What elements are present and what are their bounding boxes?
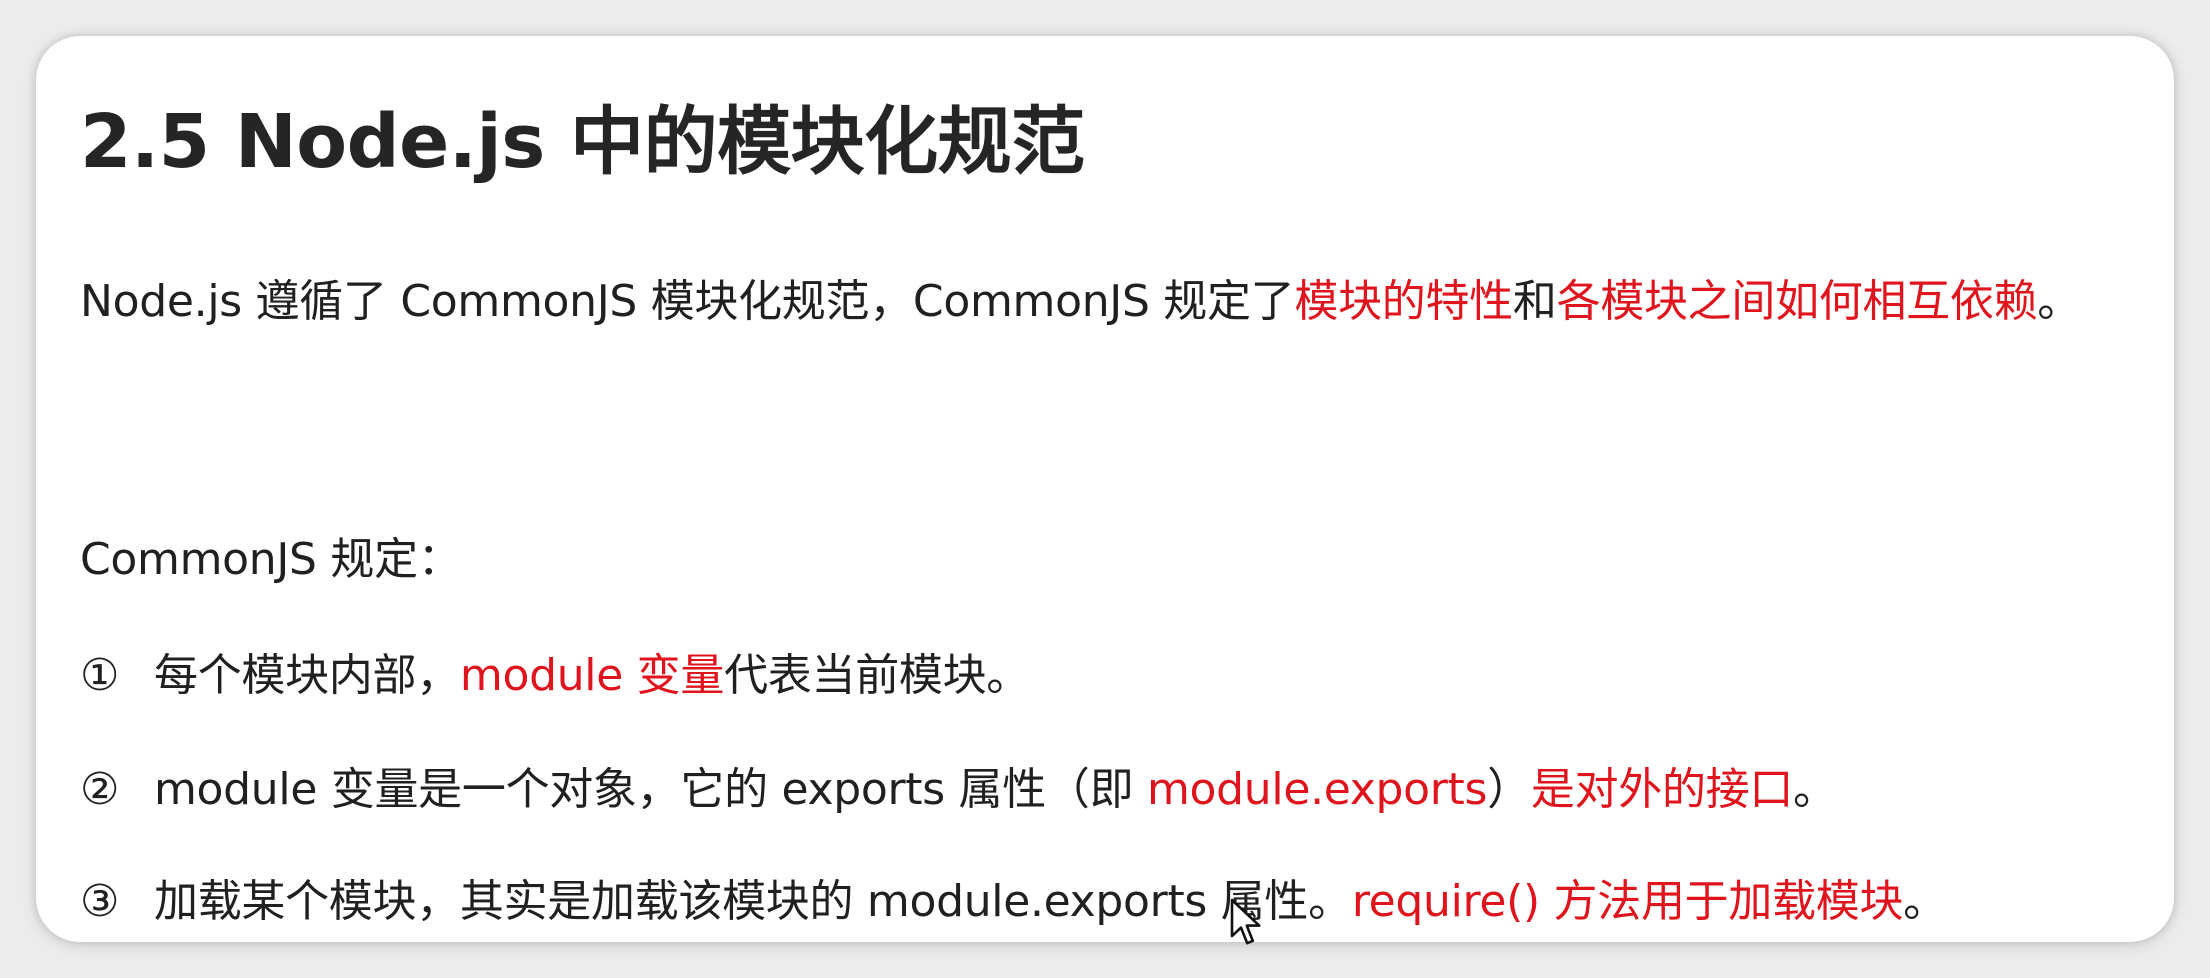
rule-1-text-2: 代表当前模块。 [724,650,1030,701]
rule-2-text-2: ） [1487,764,1531,815]
rule-2-highlight-1: module.exports [1147,764,1488,815]
rule-1-highlight: module 变量 [459,650,725,701]
rule-number-1: ① [80,650,120,701]
intro-text-2: 和 [1512,276,1557,327]
slide-window: 2.5 Node.js 中的模块化规范 Node.js 遵循了 CommonJS… [36,36,2174,942]
rule-2-text-3: 。 [1793,764,1837,815]
intro-highlight-2: 各模块之间如何相互依赖 [1556,276,2038,327]
page-title: 2.5 Node.js 中的模块化规范 [80,99,1085,185]
rule-item-2: ② module 变量是一个对象，它的 exports 属性（即 module.e… [80,760,1837,820]
intro-text-3: 。 [2037,276,2081,327]
rule-3-text-1: 加载某个模块，其实是加载该模块的 module.exports 属性。 [154,876,1352,927]
rule-2-highlight-2: 是对外的接口 [1530,764,1794,815]
rule-number-3: ③ [80,876,120,927]
mouse-pointer-icon [1230,898,1261,945]
rule-2-text-1: module 变量是一个对象，它的 exports 属性（即 [154,764,1147,815]
slide-content: 2.5 Node.js 中的模块化规范 Node.js 遵循了 CommonJS… [80,36,2114,942]
rule-3-text-2: 。 [1903,876,1947,927]
rule-item-3: ③ 加载某个模块，其实是加载该模块的 module.exports 属性。requ… [80,872,1947,932]
rule-number-2: ② [80,764,120,815]
rule-item-1: ① 每个模块内部，module 变量代表当前模块。 [80,646,1030,706]
intro-highlight-1: 模块的特性 [1294,276,1513,327]
rule-1-text-1: 每个模块内部， [154,650,460,701]
rules-heading: CommonJS 规定： [80,534,462,585]
intro-paragraph: Node.js 遵循了 CommonJS 模块化规范，CommonJS 规定了模… [80,272,2081,332]
intro-text-1: Node.js 遵循了 CommonJS 模块化规范，CommonJS 规定了 [80,276,1295,327]
rule-3-highlight: require() 方法用于加载模块 [1351,876,1904,927]
